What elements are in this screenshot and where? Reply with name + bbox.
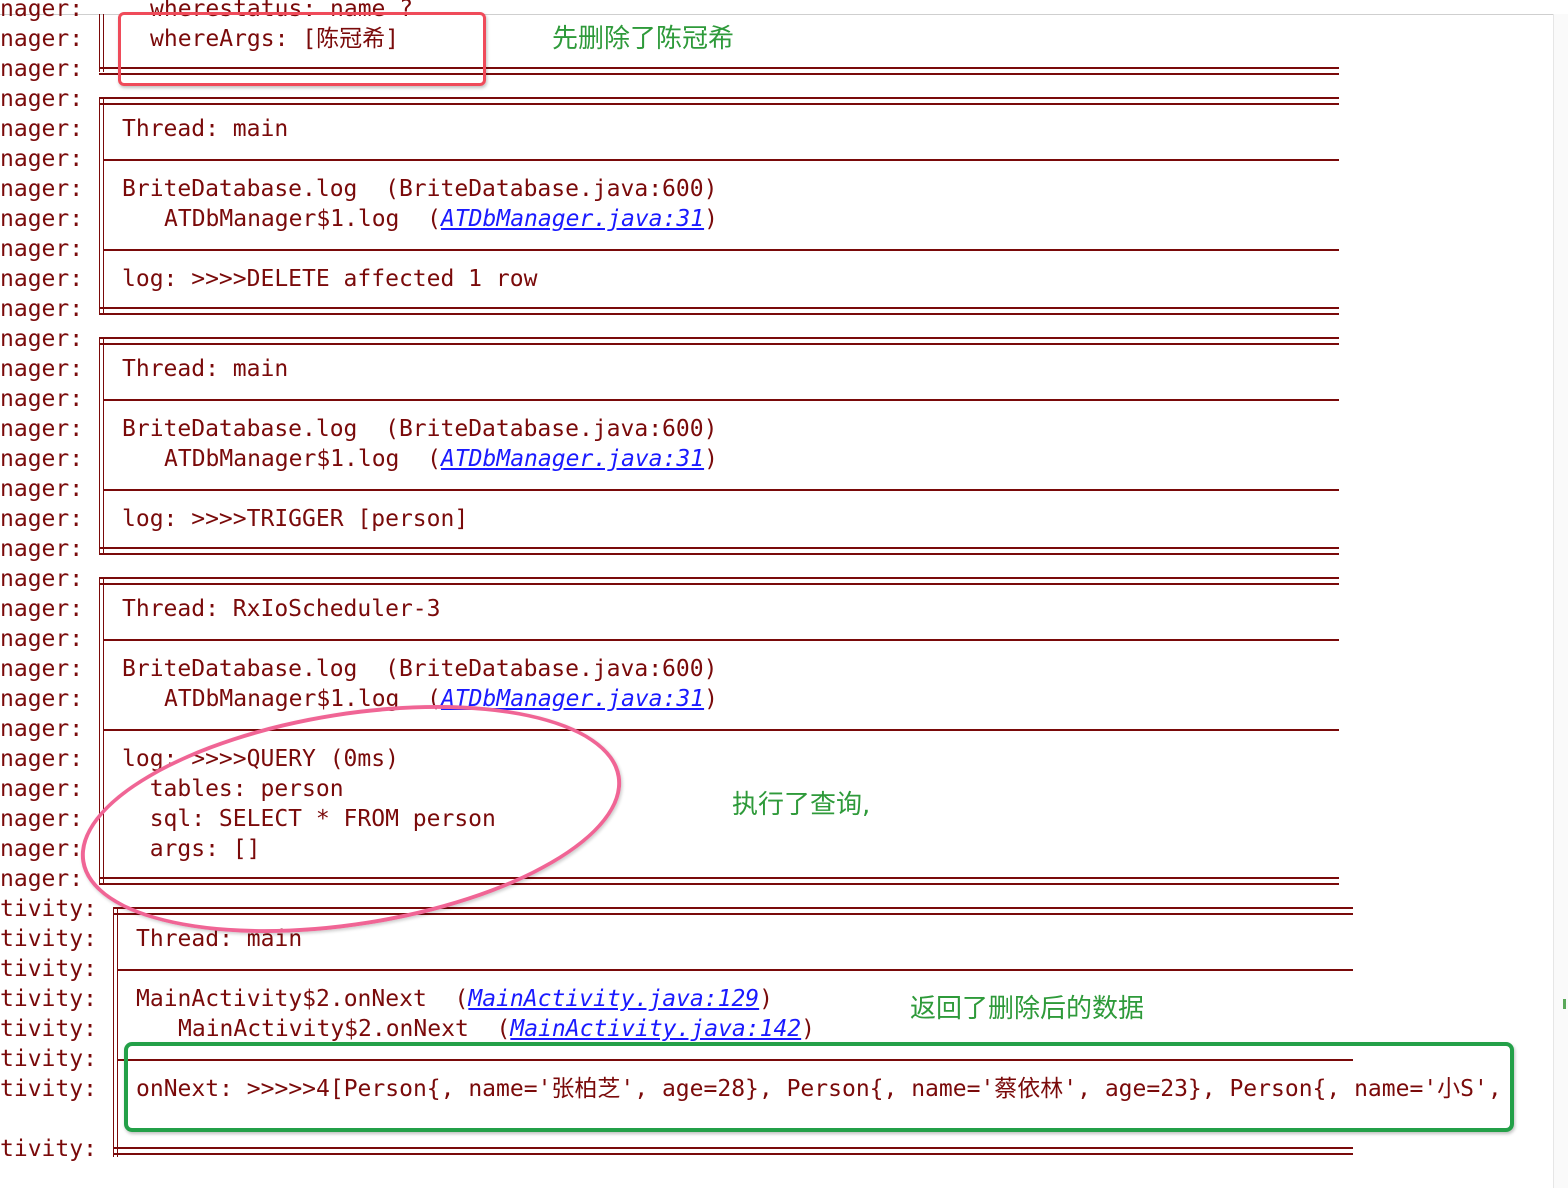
stack-trace-line: MainActivity$2.onNext (MainActivity.java…: [136, 986, 774, 1012]
log-tag-manager: nager:: [0, 716, 84, 742]
log-tag-activity: tivity:: [0, 956, 97, 982]
log-tag-manager: nager:: [0, 326, 84, 352]
stack-trace-line: MainActivity$2.onNext (MainActivity.java…: [178, 1016, 816, 1042]
log-tag-activity: tivity:: [0, 1136, 97, 1162]
box-separator: [104, 399, 1339, 401]
log-tag-manager: nager:: [0, 26, 84, 52]
source-link[interactable]: ATDbManager.java:31: [441, 446, 704, 472]
scroll-marker: [1563, 999, 1566, 1009]
box-border-top: [99, 97, 1339, 105]
box-separator: [104, 159, 1339, 161]
log-tag-activity: tivity:: [0, 1016, 97, 1042]
highlight-box-delete: [118, 12, 486, 86]
box-border-bottom: [99, 547, 1339, 555]
box-border-bottom: [99, 307, 1339, 315]
log-tag-activity: tivity:: [0, 986, 97, 1012]
log-tag-manager: nager:: [0, 596, 84, 622]
trace-method: ATDbManager$1.log: [164, 206, 428, 232]
log-tag-manager: nager:: [0, 746, 84, 772]
thread-line: Thread: RxIoScheduler-3: [122, 596, 441, 622]
log-tag-manager: nager:: [0, 146, 84, 172]
log-tag-manager: nager:: [0, 416, 84, 442]
thread-line: Thread: main: [122, 116, 289, 142]
box-border-left: [113, 907, 118, 1157]
trace-method: ATDbManager$1.log: [164, 446, 428, 472]
trace-location: (BriteDatabase.java:600): [385, 656, 718, 682]
log-tag-manager: nager:: [0, 566, 84, 592]
log-tag-manager: nager:: [0, 626, 84, 652]
log-tag-activity: tivity:: [0, 926, 97, 952]
box-border-top: [99, 577, 1339, 585]
log-tag-manager: nager:: [0, 386, 84, 412]
log-tag-manager: nager:: [0, 776, 84, 802]
stack-trace-line: BriteDatabase.log (BriteDatabase.java:60…: [122, 414, 717, 444]
log-tag-manager: nager:: [0, 0, 84, 22]
annotation-delete-note: 先删除了陈冠希: [552, 24, 735, 54]
log-tag-activity: tivity:: [0, 1076, 97, 1102]
log-tag-activity: tivity:: [0, 896, 97, 922]
log-tag-manager: nager:: [0, 56, 84, 82]
box-border-left: [99, 337, 104, 553]
log-tag-manager: nager:: [0, 206, 84, 232]
stack-trace-line: ATDbManager$1.log (ATDbManager.java:31): [164, 206, 718, 232]
trace-location: (BriteDatabase.java:600): [385, 416, 718, 442]
stack-trace-line: BriteDatabase.log (BriteDatabase.java:60…: [122, 174, 717, 204]
log-tag-manager: nager:: [0, 656, 84, 682]
log-tag-manager: nager:: [0, 686, 84, 712]
log-tag-manager: nager:: [0, 86, 84, 112]
log-tag-activity: tivity:: [0, 1046, 97, 1072]
stack-trace-line: ATDbManager$1.log (ATDbManager.java:31): [164, 446, 718, 472]
log-tag-manager: nager:: [0, 116, 84, 142]
source-link[interactable]: ATDbManager.java:31: [441, 206, 704, 232]
stack-trace-line: BriteDatabase.log (BriteDatabase.java:60…: [122, 654, 717, 684]
log-tag-manager: nager:: [0, 266, 84, 292]
log-tag-manager: nager:: [0, 446, 84, 472]
log-tag-manager: nager:: [0, 836, 84, 862]
log-tag-manager: nager:: [0, 236, 84, 262]
log-tag-manager: nager:: [0, 476, 84, 502]
box-separator: [118, 969, 1353, 971]
vertical-scrollbar[interactable]: [1553, 14, 1568, 1188]
log-tag-manager: nager:: [0, 806, 84, 832]
box-border-bottom: [113, 1147, 1353, 1155]
box-separator: [104, 249, 1339, 251]
trace-method: BriteDatabase.log: [122, 656, 386, 682]
box-border-left: [99, 97, 104, 313]
annotation-query-note: 执行了查询,: [732, 790, 871, 820]
box-border-left: [99, 14, 104, 72]
box-border-top: [99, 337, 1339, 345]
log-message-line: log: >>>>DELETE affected 1 row: [122, 266, 538, 292]
source-link[interactable]: MainActivity.java:142: [510, 1016, 801, 1042]
log-tag-manager: nager:: [0, 506, 84, 532]
highlight-box-result: [124, 1042, 1514, 1132]
trace-method: BriteDatabase.log: [122, 416, 386, 442]
log-message-line: log: >>>>TRIGGER [person]: [122, 506, 469, 532]
log-tag-manager: nager:: [0, 536, 84, 562]
box-separator: [104, 489, 1339, 491]
trace-method: BriteDatabase.log: [122, 176, 386, 202]
annotation-result-note: 返回了删除后的数据: [910, 994, 1145, 1024]
thread-line: Thread: main: [122, 356, 289, 382]
log-tag-manager: nager:: [0, 866, 84, 892]
box-separator: [104, 639, 1339, 641]
trace-location: (BriteDatabase.java:600): [385, 176, 718, 202]
source-link[interactable]: MainActivity.java:129: [468, 986, 759, 1012]
highlight-ellipse-query: [64, 670, 638, 968]
log-tag-manager: nager:: [0, 356, 84, 382]
log-tag-manager: nager:: [0, 176, 84, 202]
trace-method: MainActivity$2.onNext: [136, 986, 455, 1012]
trace-method: MainActivity$2.onNext: [178, 1016, 497, 1042]
log-tag-manager: nager:: [0, 296, 84, 322]
